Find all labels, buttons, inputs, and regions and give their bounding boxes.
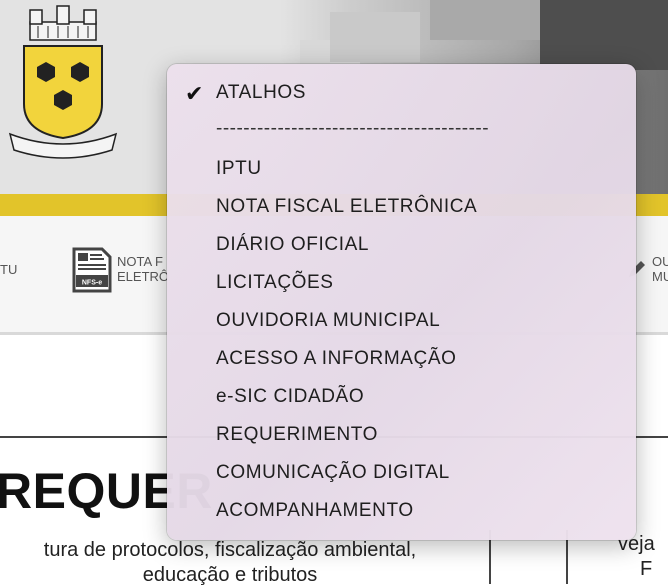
header-building <box>330 12 420 62</box>
shortcut-ouvidoria-label[interactable]: OU MU <box>652 254 668 284</box>
side-text-line2: F <box>640 558 653 580</box>
menu-item-diario-oficial[interactable]: DIÁRIO OFICIAL <box>216 230 369 260</box>
shortcuts-dropdown-menu[interactable]: ✔ ATALHOS ------------------------------… <box>167 64 636 540</box>
menu-item-acesso-informacao[interactable]: ACESSO A INFORMAÇÃO <box>216 344 457 374</box>
menu-item-licitacoes[interactable]: LICITAÇÕES <box>216 268 334 298</box>
menu-item-atalhos[interactable]: ATALHOS <box>216 78 306 108</box>
header-building <box>540 0 668 70</box>
checkmark-icon: ✔ <box>185 81 204 106</box>
section-description: tura de protocolos, fiscalização ambient… <box>0 538 460 588</box>
section-description-line2: educação e tributos <box>142 564 318 586</box>
nfse-icon-text: NFS-e <box>82 280 102 287</box>
menu-item-esic[interactable]: e-SIC CIDADÃO <box>216 382 364 412</box>
shortcut-ouv-line2: MU <box>652 269 668 284</box>
menu-item-ouvidoria[interactable]: OUVIDORIA MUNICIPAL <box>216 306 440 336</box>
menu-item-acompanhamento[interactable]: ACOMPANHAMENTO <box>216 496 414 526</box>
section-description-line1: tura de protocolos, fiscalização ambient… <box>43 539 417 561</box>
shortcut-nota-label[interactable]: NOTA F ELETRÔ <box>117 254 169 284</box>
shortcut-nota-line1: NOTA F <box>117 254 163 269</box>
menu-item-requerimento[interactable]: REQUERIMENTO <box>216 420 378 450</box>
shortcut-nota-line2: ELETRÔ <box>117 269 170 284</box>
menu-item-nota-fiscal[interactable]: NOTA FISCAL ELETRÔNICA <box>216 192 477 222</box>
menu-item-iptu[interactable]: IPTU <box>216 154 262 184</box>
menu-item-comunicacao-digital[interactable]: COMUNICAÇÃO DIGITAL <box>216 458 450 488</box>
menu-separator: ---------------------------------------- <box>216 118 490 139</box>
shortcut-ouv-line1: OU <box>652 254 668 269</box>
city-crest-logo[interactable] <box>8 4 118 164</box>
shortcut-iptu-label[interactable]: TU <box>0 262 17 277</box>
header-building <box>430 0 540 40</box>
nfse-document-icon[interactable]: NFS-e <box>72 247 112 293</box>
